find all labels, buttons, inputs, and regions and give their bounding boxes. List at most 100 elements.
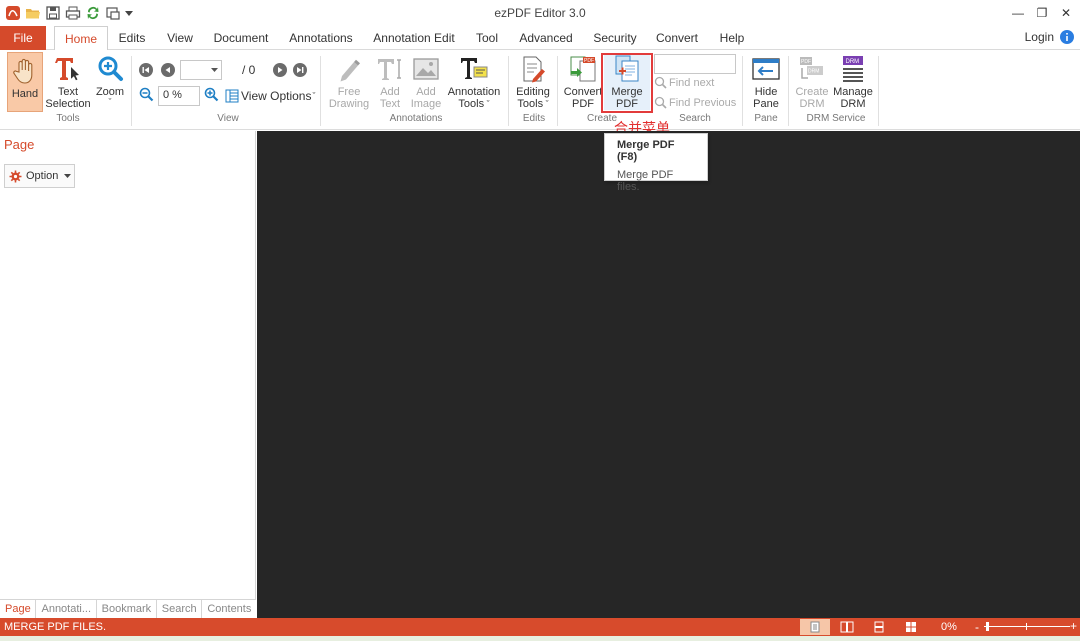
option-label: Option [26,170,59,182]
create-drm-label-2: DRM [799,98,825,110]
editing-tools-button[interactable]: Editing Tools ˇ [512,54,554,110]
tab-convert[interactable]: Convert [652,26,702,50]
two-page-view-button[interactable] [832,619,862,635]
option-dropdown-icon [64,173,72,178]
tab-annotation-edit[interactable]: Annotation Edit [370,26,458,50]
zoom-minus-button[interactable]: - [975,620,979,634]
find-next-label: Find next [669,76,715,89]
tools-group-label: Tools [56,113,80,124]
free-drawing-button[interactable]: Free Drawing [327,54,371,110]
add-image-label-1: Add [416,86,436,98]
annotation-tools-icon [461,58,488,79]
page-dropdown-icon [211,68,218,72]
manage-drm-button[interactable]: DRM Manage DRM [832,54,874,110]
svg-text:PDF: PDF [584,58,594,64]
add-text-icon [378,59,401,80]
view-options-label: View Options [241,89,312,103]
first-page-icon[interactable] [139,63,153,77]
convert-pdf-label-2: PDF [572,98,594,110]
pane-tab-page[interactable]: Page [0,600,37,618]
tooltip-title: Merge PDF (F8) [617,139,675,163]
separator [131,56,132,126]
close-button[interactable]: ✕ [1046,2,1080,24]
convert-pdf-button[interactable]: PDF Convert PDF [562,54,604,110]
add-text-button[interactable]: Add Text [373,54,407,110]
tab-view[interactable]: View [160,26,200,50]
add-text-label-1: Add [380,86,400,98]
continuous-view-button[interactable] [864,619,894,635]
zoom-slider-thumb[interactable] [986,622,989,631]
zoom-percent-input[interactable]: 0 % [158,86,200,106]
tab-annotations[interactable]: Annotations [284,26,358,50]
pane-tab-search[interactable]: Search [157,600,203,618]
single-page-view-button[interactable] [800,619,830,635]
zoom-out-icon[interactable] [139,87,154,105]
find-next-button[interactable]: Find next [654,76,714,89]
text-selection-label-1: Text [57,86,79,98]
annotation-tools-button[interactable]: Annotation Tools ˇ [445,54,503,110]
last-page-icon[interactable] [293,63,308,77]
single-page-icon [810,621,820,633]
separator [742,56,743,126]
tab-edits[interactable]: Edits [112,26,152,50]
add-image-button[interactable]: Add Image [409,54,443,110]
tab-help[interactable]: Help [712,26,752,50]
pane-tab-annotations[interactable]: Annotati... [36,600,97,618]
option-button[interactable]: Option [4,164,75,188]
drm-group-label: DRM Service [806,113,866,124]
tab-file[interactable]: File [0,26,46,50]
hide-pane-button[interactable]: Hide Pane [748,54,784,110]
tab-tool[interactable]: Tool [468,26,506,50]
document-viewer[interactable] [257,131,1080,618]
editing-tools-dropdown-icon: ˇ [543,99,549,109]
view-group-label: View [217,113,239,124]
hide-pane-label-2: Pane [753,98,779,110]
tab-advanced[interactable]: Advanced [516,26,576,50]
merge-pdf-tooltip: Merge PDF (F8) Merge PDF files. [604,133,708,193]
tab-home[interactable]: Home [54,26,108,51]
tooltip-description: Merge PDF files. [617,169,674,193]
page-number-input[interactable] [180,60,222,80]
zoom-slider-center-tick [1026,623,1027,630]
tab-security[interactable]: Security [588,26,642,50]
editing-tools-label-row: Tools ˇ [512,98,554,110]
annotations-group-label: Annotations [389,113,443,124]
view-options-button[interactable]: View Options ˇ [225,89,315,103]
bottom-strip [0,636,1080,641]
search-group-label: Search [679,113,711,124]
next-page-icon[interactable] [273,63,288,77]
view-options-dropdown-icon: ˇ [312,91,316,101]
pane-group-label: Pane [754,113,778,124]
pane-title: Page [4,137,35,152]
pane-tab-bookmark[interactable]: Bookmark [97,600,157,618]
login-button[interactable]: Login [1025,30,1074,44]
pane-tab-contents[interactable]: Contents [202,600,256,618]
pencil-icon [340,59,360,82]
text-selection-button[interactable]: Text Selection [45,54,91,110]
find-previous-button[interactable]: Find Previous [654,96,736,109]
create-drm-button[interactable]: PDF DRM Create DRM [792,54,832,110]
hand-tool-button[interactable]: Hand [7,52,43,112]
page-navigation-row: / 0 [139,60,308,80]
status-bar: MERGE PDF FILES. 0% - + [0,618,1080,636]
search-input[interactable] [654,54,736,74]
grid-pages-icon [906,622,916,632]
zoom-button[interactable]: Zoom ˇ [93,54,127,107]
create-drm-label-1: Create [795,86,829,98]
ribbon-tab-bar: File Home Edits View Document Annotation… [0,26,1080,51]
ribbon-home: Hand Text Selection Zoom ˇ Tools / 0 0 %… [0,50,1080,130]
separator [320,56,321,126]
zoom-slider[interactable] [984,622,1070,631]
add-text-label-2: Text [379,98,401,110]
image-icon [413,58,439,80]
zoom-in-icon[interactable] [204,87,219,105]
separator [878,56,879,126]
tab-document[interactable]: Document [210,26,272,50]
left-pane: Page Option [0,131,256,618]
hide-pane-label-1: Hide [754,86,778,98]
zoom-plus-button[interactable]: + [1070,619,1077,633]
manage-drm-label-2: DRM [840,98,866,110]
text-selection-label-2: Selection [45,98,91,110]
previous-page-icon[interactable] [161,63,175,77]
continuous-two-page-view-button[interactable] [896,619,926,635]
